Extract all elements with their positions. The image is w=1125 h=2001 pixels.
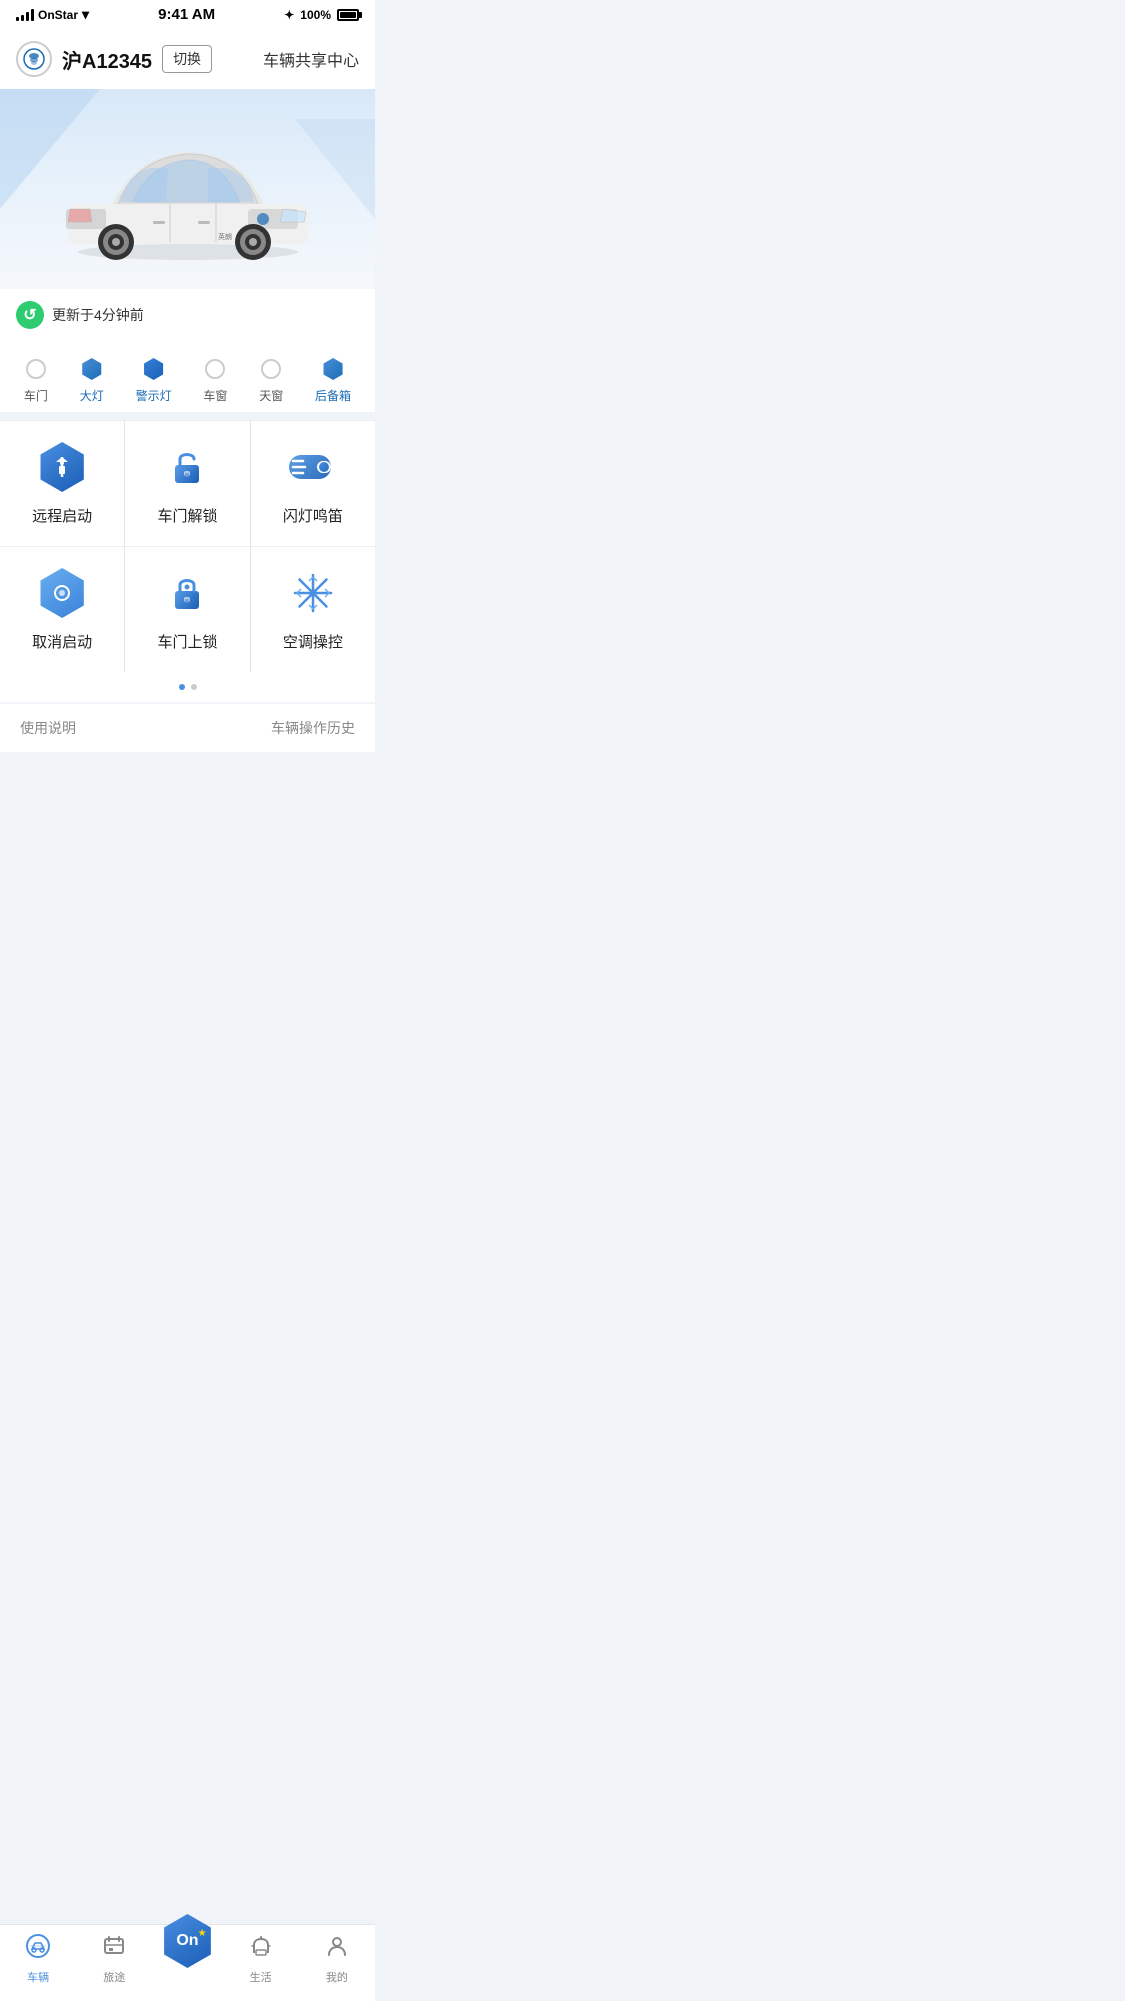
sunroof-label: 天窗	[259, 387, 283, 404]
ac-control-button[interactable]: 空调操控	[251, 547, 375, 672]
remote-start-icon	[36, 441, 88, 493]
page-indicator	[0, 672, 375, 702]
dot-2	[191, 684, 197, 690]
hazard-status-icon	[142, 357, 166, 381]
remote-start-label: 远程启动	[32, 505, 92, 526]
status-right: ✦ 100%	[284, 8, 359, 22]
onstar-label: On	[176, 1932, 198, 1950]
status-item-window[interactable]: 车窗	[203, 357, 227, 404]
door-lock-icon	[161, 567, 213, 619]
onstar-center-icon: On ★	[160, 1914, 214, 1968]
battery-percent: 100%	[300, 8, 331, 22]
tab-vehicle[interactable]: 车辆	[8, 1933, 68, 1985]
share-center-link[interactable]: 车辆共享中心	[263, 47, 359, 71]
cancel-start-icon	[36, 567, 88, 619]
remote-start-button[interactable]: 远程启动	[0, 421, 124, 546]
trunk-label: 后备箱	[315, 387, 351, 404]
status-left: OnStar ▾	[16, 6, 89, 23]
tab-trip[interactable]: 旅途	[84, 1933, 144, 1985]
window-status-icon	[203, 357, 227, 381]
status-bar: OnStar ▾ 9:41 AM ✦ 100%	[0, 0, 375, 29]
door-unlock-label: 车门解锁	[157, 505, 217, 526]
tab-onstar[interactable]: On ★ OnStar	[160, 1934, 214, 1984]
tab-life[interactable]: 生活	[231, 1933, 291, 1985]
header-left: 沪A12345 切换	[16, 41, 212, 77]
car-hero-section: 英朗	[0, 89, 375, 289]
tab-mine[interactable]: 我的	[307, 1933, 367, 1985]
status-item-sunroof[interactable]: 天窗	[259, 357, 283, 404]
sunroof-status-icon	[259, 357, 283, 381]
status-item-door[interactable]: 车门	[24, 357, 48, 404]
trip-tab-icon	[101, 1933, 127, 1965]
flash-horn-icon	[287, 441, 339, 493]
battery-icon	[337, 9, 359, 21]
mine-tab-icon	[324, 1933, 350, 1965]
door-label: 车门	[24, 387, 48, 404]
car-image: 英朗	[48, 109, 328, 269]
ac-control-icon	[287, 567, 339, 619]
car-silhouette: 英朗	[48, 114, 328, 264]
status-item-headlight[interactable]: 大灯	[80, 357, 104, 404]
status-item-trunk[interactable]: 后备箱	[315, 357, 351, 404]
signal-icon	[16, 9, 34, 21]
mine-tab-label: 我的	[326, 1969, 348, 1985]
life-tab-label: 生活	[250, 1969, 272, 1985]
headlight-status-icon	[80, 357, 104, 381]
vehicle-tab-icon	[25, 1933, 51, 1965]
update-status-bar: ↺ 更新于4分钟前	[0, 289, 375, 341]
cancel-start-button[interactable]: 取消启动	[0, 547, 124, 672]
hazard-label: 警示灯	[136, 387, 172, 404]
dot-1	[179, 684, 185, 690]
manual-link[interactable]: 使用说明	[20, 718, 76, 738]
controls-section: 远程启动 车门解锁	[0, 420, 375, 702]
door-unlock-icon	[161, 441, 213, 493]
controls-grid: 远程启动 车门解锁	[0, 421, 375, 672]
vehicle-status-icons: 车门 大灯 警示灯 车窗 天窗 后备箱	[0, 341, 375, 412]
bottom-links: 使用说明 车辆操作历史	[0, 704, 375, 752]
refresh-icon[interactable]: ↺	[16, 301, 44, 329]
buick-logo	[16, 41, 52, 77]
switch-button[interactable]: 切换	[162, 45, 212, 73]
time-display: 9:41 AM	[158, 6, 215, 23]
flash-horn-button[interactable]: 闪灯鸣笛	[251, 421, 375, 546]
onstar-star: ★	[198, 1928, 207, 1939]
flash-horn-label: 闪灯鸣笛	[283, 505, 343, 526]
ac-control-label: 空调操控	[283, 631, 343, 652]
window-label: 车窗	[203, 387, 227, 404]
door-unlock-button[interactable]: 车门解锁	[125, 421, 249, 546]
header: 沪A12345 切换 车辆共享中心	[0, 29, 375, 89]
life-tab-icon	[248, 1933, 274, 1965]
cancel-start-label: 取消启动	[32, 631, 92, 652]
trip-tab-label: 旅途	[103, 1969, 125, 1985]
door-status-icon	[24, 357, 48, 381]
door-lock-button[interactable]: 车门上锁	[125, 547, 249, 672]
door-lock-label: 车门上锁	[157, 631, 217, 652]
wifi-icon: ▾	[82, 6, 89, 23]
svg-text:英朗: 英朗	[218, 232, 232, 241]
headlight-label: 大灯	[80, 387, 104, 404]
status-item-hazard[interactable]: 警示灯	[136, 357, 172, 404]
tab-bar: 车辆 旅途 On ★ OnStar	[0, 1924, 375, 2001]
carrier-label: OnStar	[38, 8, 78, 22]
update-text: 更新于4分钟前	[52, 305, 144, 325]
trunk-status-icon	[321, 357, 345, 381]
vehicle-tab-label: 车辆	[27, 1969, 49, 1985]
bluetooth-icon: ✦	[284, 8, 294, 22]
plate-number: 沪A12345	[62, 45, 152, 74]
history-link[interactable]: 车辆操作历史	[271, 718, 355, 738]
